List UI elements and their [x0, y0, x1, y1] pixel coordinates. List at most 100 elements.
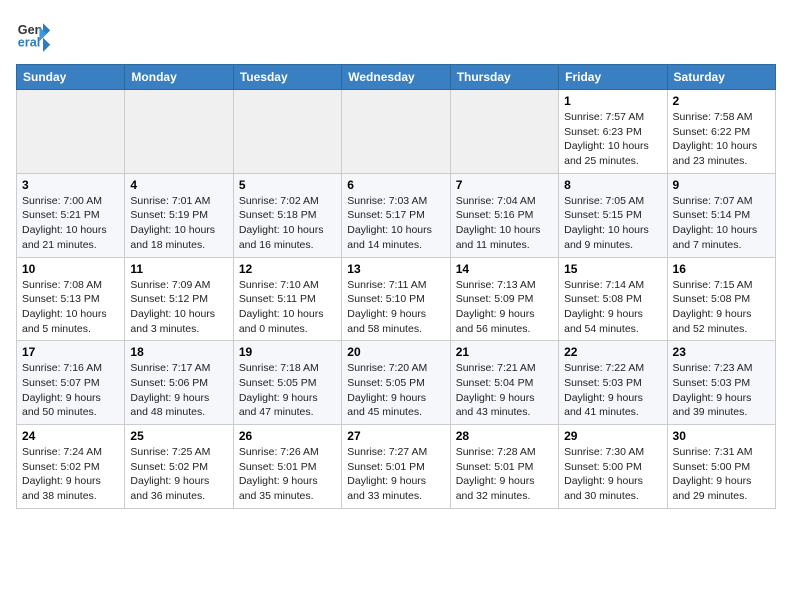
day-header-sunday: Sunday — [17, 65, 125, 90]
day-info: Sunrise: 7:28 AM Sunset: 5:01 PM Dayligh… — [456, 445, 553, 504]
calendar-cell: 30 Sunrise: 7:31 AM Sunset: 5:00 PM Dayli… — [667, 425, 775, 509]
day-number: 20 — [347, 345, 444, 359]
day-info: Sunrise: 7:17 AM Sunset: 5:06 PM Dayligh… — [130, 361, 227, 420]
calendar-cell: 10 Sunrise: 7:08 AM Sunset: 5:13 PM Dayli… — [17, 257, 125, 341]
calendar-week-row: 17Sunrise: 7:16 AM Sunset: 5:07 PM Dayli… — [17, 341, 776, 425]
calendar-cell: 19 Sunrise: 7:18 AM Sunset: 5:05 PM Dayli… — [233, 341, 341, 425]
calendar-cell: 14 Sunrise: 7:13 AM Sunset: 5:09 PM Dayli… — [450, 257, 558, 341]
page-header: Gen eral — [16, 16, 776, 52]
day-header-wednesday: Wednesday — [342, 65, 450, 90]
calendar-cell: 12 Sunrise: 7:10 AM Sunset: 5:11 PM Dayli… — [233, 257, 341, 341]
day-number: 11 — [130, 262, 227, 276]
calendar-cell: 7 Sunrise: 7:04 AM Sunset: 5:16 PM Daylig… — [450, 173, 558, 257]
day-number: 23 — [673, 345, 770, 359]
day-info: Sunrise: 7:14 AM Sunset: 5:08 PM Dayligh… — [564, 278, 661, 337]
calendar-cell: 1Sunrise: 7:57 AM Sunset: 6:23 PM Daylig… — [559, 90, 667, 174]
calendar-cell — [450, 90, 558, 174]
day-info: Sunrise: 7:27 AM Sunset: 5:01 PM Dayligh… — [347, 445, 444, 504]
calendar-cell — [342, 90, 450, 174]
calendar-cell: 16 Sunrise: 7:15 AM Sunset: 5:08 PM Dayli… — [667, 257, 775, 341]
day-number: 12 — [239, 262, 336, 276]
day-number: 8 — [564, 178, 661, 192]
day-number: 5 — [239, 178, 336, 192]
calendar-week-row: 24 Sunrise: 7:24 AM Sunset: 5:02 PM Dayli… — [17, 425, 776, 509]
day-info: Sunrise: 7:08 AM Sunset: 5:13 PM Dayligh… — [22, 278, 119, 337]
day-number: 25 — [130, 429, 227, 443]
calendar-cell: 15 Sunrise: 7:14 AM Sunset: 5:08 PM Dayli… — [559, 257, 667, 341]
day-info: Sunrise: 7:09 AM Sunset: 5:12 PM Dayligh… — [130, 278, 227, 337]
day-header-thursday: Thursday — [450, 65, 558, 90]
day-number: 16 — [673, 262, 770, 276]
day-number: 19 — [239, 345, 336, 359]
calendar-cell: 11 Sunrise: 7:09 AM Sunset: 5:12 PM Dayli… — [125, 257, 233, 341]
day-number: 29 — [564, 429, 661, 443]
day-number: 6 — [347, 178, 444, 192]
calendar-cell: 25 Sunrise: 7:25 AM Sunset: 5:02 PM Dayli… — [125, 425, 233, 509]
logo-icon: Gen eral — [16, 16, 52, 52]
logo: Gen eral — [16, 16, 56, 52]
day-info: Sunrise: 7:57 AM Sunset: 6:23 PM Dayligh… — [564, 110, 661, 169]
calendar-week-row: 3 Sunrise: 7:00 AM Sunset: 5:21 PM Daylig… — [17, 173, 776, 257]
day-number: 2 — [673, 94, 770, 108]
calendar-cell: 20 Sunrise: 7:20 AM Sunset: 5:05 PM Dayli… — [342, 341, 450, 425]
day-number: 28 — [456, 429, 553, 443]
day-header-friday: Friday — [559, 65, 667, 90]
day-info: Sunrise: 7:02 AM Sunset: 5:18 PM Dayligh… — [239, 194, 336, 253]
calendar-cell: 3 Sunrise: 7:00 AM Sunset: 5:21 PM Daylig… — [17, 173, 125, 257]
calendar-cell — [233, 90, 341, 174]
calendar-cell: 13Sunrise: 7:11 AM Sunset: 5:10 PM Dayli… — [342, 257, 450, 341]
day-header-monday: Monday — [125, 65, 233, 90]
day-number: 4 — [130, 178, 227, 192]
day-number: 7 — [456, 178, 553, 192]
day-info: Sunrise: 7:58 AM Sunset: 6:22 PM Dayligh… — [673, 110, 770, 169]
day-number: 17 — [22, 345, 119, 359]
day-info: Sunrise: 7:22 AM Sunset: 5:03 PM Dayligh… — [564, 361, 661, 420]
day-info: Sunrise: 7:00 AM Sunset: 5:21 PM Dayligh… — [22, 194, 119, 253]
calendar-table: SundayMondayTuesdayWednesdayThursdayFrid… — [16, 64, 776, 509]
day-number: 14 — [456, 262, 553, 276]
day-info: Sunrise: 7:04 AM Sunset: 5:16 PM Dayligh… — [456, 194, 553, 253]
day-info: Sunrise: 7:20 AM Sunset: 5:05 PM Dayligh… — [347, 361, 444, 420]
day-number: 10 — [22, 262, 119, 276]
day-number: 30 — [673, 429, 770, 443]
calendar-cell: 8 Sunrise: 7:05 AM Sunset: 5:15 PM Daylig… — [559, 173, 667, 257]
calendar-cell: 2 Sunrise: 7:58 AM Sunset: 6:22 PM Daylig… — [667, 90, 775, 174]
calendar-cell: 26Sunrise: 7:26 AM Sunset: 5:01 PM Dayli… — [233, 425, 341, 509]
day-number: 3 — [22, 178, 119, 192]
day-info: Sunrise: 7:24 AM Sunset: 5:02 PM Dayligh… — [22, 445, 119, 504]
day-header-tuesday: Tuesday — [233, 65, 341, 90]
calendar-cell: 17Sunrise: 7:16 AM Sunset: 5:07 PM Dayli… — [17, 341, 125, 425]
day-info: Sunrise: 7:01 AM Sunset: 5:19 PM Dayligh… — [130, 194, 227, 253]
calendar-cell: 5 Sunrise: 7:02 AM Sunset: 5:18 PM Daylig… — [233, 173, 341, 257]
calendar-week-row: 10 Sunrise: 7:08 AM Sunset: 5:13 PM Dayli… — [17, 257, 776, 341]
day-info: Sunrise: 7:26 AM Sunset: 5:01 PM Dayligh… — [239, 445, 336, 504]
day-info: Sunrise: 7:10 AM Sunset: 5:11 PM Dayligh… — [239, 278, 336, 337]
day-info: Sunrise: 7:21 AM Sunset: 5:04 PM Dayligh… — [456, 361, 553, 420]
day-info: Sunrise: 7:18 AM Sunset: 5:05 PM Dayligh… — [239, 361, 336, 420]
day-number: 22 — [564, 345, 661, 359]
day-info: Sunrise: 7:25 AM Sunset: 5:02 PM Dayligh… — [130, 445, 227, 504]
calendar-cell — [17, 90, 125, 174]
calendar-week-row: 1Sunrise: 7:57 AM Sunset: 6:23 PM Daylig… — [17, 90, 776, 174]
day-info: Sunrise: 7:13 AM Sunset: 5:09 PM Dayligh… — [456, 278, 553, 337]
calendar-cell: 27 Sunrise: 7:27 AM Sunset: 5:01 PM Dayli… — [342, 425, 450, 509]
day-number: 9 — [673, 178, 770, 192]
day-number: 27 — [347, 429, 444, 443]
day-info: Sunrise: 7:07 AM Sunset: 5:14 PM Dayligh… — [673, 194, 770, 253]
day-info: Sunrise: 7:31 AM Sunset: 5:00 PM Dayligh… — [673, 445, 770, 504]
calendar-cell: 6Sunrise: 7:03 AM Sunset: 5:17 PM Daylig… — [342, 173, 450, 257]
day-header-saturday: Saturday — [667, 65, 775, 90]
day-info: Sunrise: 7:05 AM Sunset: 5:15 PM Dayligh… — [564, 194, 661, 253]
calendar-cell: 24 Sunrise: 7:24 AM Sunset: 5:02 PM Dayli… — [17, 425, 125, 509]
day-number: 24 — [22, 429, 119, 443]
calendar-cell: 18Sunrise: 7:17 AM Sunset: 5:06 PM Dayli… — [125, 341, 233, 425]
day-info: Sunrise: 7:11 AM Sunset: 5:10 PM Dayligh… — [347, 278, 444, 337]
calendar-cell: 21Sunrise: 7:21 AM Sunset: 5:04 PM Dayli… — [450, 341, 558, 425]
calendar-cell: 22 Sunrise: 7:22 AM Sunset: 5:03 PM Dayli… — [559, 341, 667, 425]
day-info: Sunrise: 7:23 AM Sunset: 5:03 PM Dayligh… — [673, 361, 770, 420]
calendar-header-row: SundayMondayTuesdayWednesdayThursdayFrid… — [17, 65, 776, 90]
day-number: 15 — [564, 262, 661, 276]
calendar-cell — [125, 90, 233, 174]
day-info: Sunrise: 7:15 AM Sunset: 5:08 PM Dayligh… — [673, 278, 770, 337]
day-info: Sunrise: 7:30 AM Sunset: 5:00 PM Dayligh… — [564, 445, 661, 504]
